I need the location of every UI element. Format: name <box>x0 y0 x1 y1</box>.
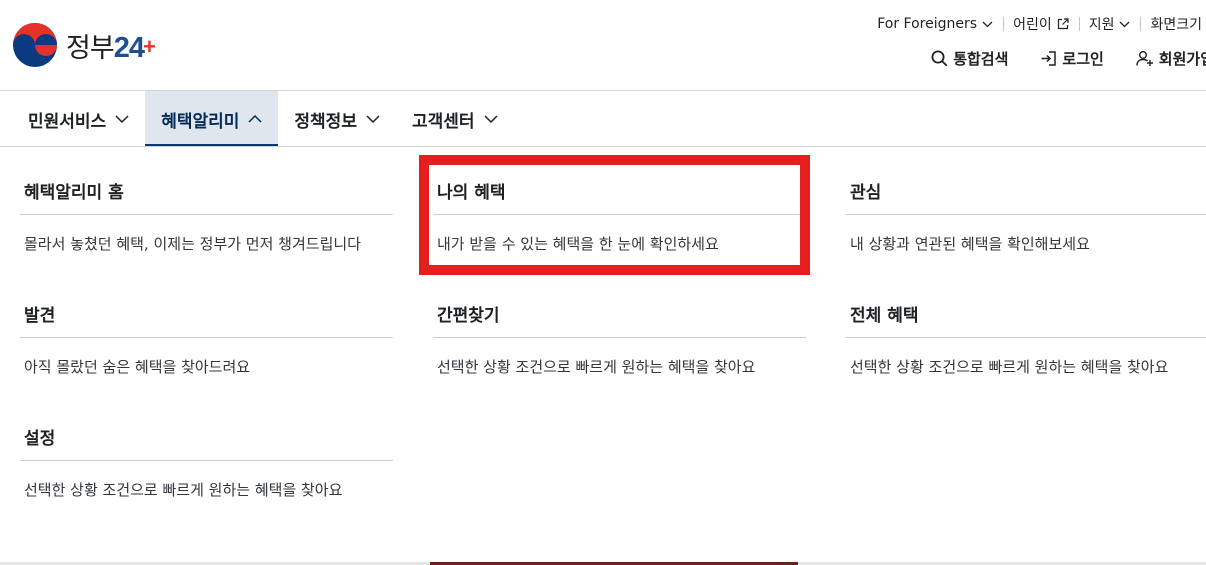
logo-text: 정부 <box>66 32 115 64</box>
screen-size-label: 화면크기 <box>1150 17 1202 33</box>
menu-card-title: 설정 <box>20 413 393 461</box>
gnb-benefit-alert[interactable]: 혜택알리미 <box>145 91 279 147</box>
menu-card-title: 전체 혜택 <box>846 290 1206 338</box>
login-label: 로그인 <box>1062 50 1104 68</box>
menu-card-title: 관심 <box>846 167 1206 215</box>
menu-card-my-benefits[interactable]: 나의 혜택 내가 받을 수 있는 혜택을 한 눈에 확인하세요 <box>433 167 806 271</box>
gnb-policy-info-label: 정책정보 <box>294 111 357 132</box>
chevron-up-icon <box>248 115 262 123</box>
support-menu[interactable]: 지원 <box>1078 14 1141 34</box>
menu-card-title: 나의 혜택 <box>433 167 806 215</box>
logo-wordmark: 정부 24 + <box>66 26 156 65</box>
menu-card-title: 혜택알리미 홈 <box>20 167 393 215</box>
chevron-down-icon <box>366 115 380 123</box>
utility-menu: For Foreigners 어린이 지원 화면크기 <box>867 14 1206 34</box>
menu-card-quick-search[interactable]: 간편찾기 선택한 상황 조건으로 빠르게 원하는 혜택을 찾아요 <box>433 290 806 394</box>
gnb-customer-center[interactable]: 고객센터 <box>396 91 514 147</box>
menu-card-benefit-home[interactable]: 혜택알리미 홈 몰라서 놓쳤던 혜택, 이제는 정부가 먼저 챙겨드립니다 <box>20 167 393 271</box>
nav-divider <box>0 146 1206 147</box>
gnb-civil-service[interactable]: 민원서비스 <box>12 91 145 147</box>
header-actions: 통합검색 로그인 회원가입 <box>899 48 1206 69</box>
logo-plus: + <box>142 33 156 59</box>
gnb-benefit-alert-label: 혜택알리미 <box>161 111 240 132</box>
chevron-down-icon <box>982 21 993 27</box>
menu-card-settings[interactable]: 설정 선택한 상황 조건으로 빠르게 원하는 혜택을 찾아요 <box>20 413 393 517</box>
menu-card-title: 간편찾기 <box>433 290 806 338</box>
support-label: 지원 <box>1088 17 1115 33</box>
for-foreigners-menu[interactable]: For Foreigners <box>867 16 1003 32</box>
menu-card-description: 아직 몰랐던 숨은 혜택을 찾아드려요 <box>24 357 251 376</box>
login-icon <box>1041 51 1057 66</box>
login-button[interactable]: 로그인 <box>1040 48 1104 69</box>
gnb-civil-service-label: 민원서비스 <box>28 111 107 132</box>
chevron-down-icon <box>484 115 498 123</box>
signup-button[interactable]: 회원가입 <box>1136 48 1206 69</box>
add-user-icon <box>1136 51 1153 66</box>
integrated-search-button[interactable]: 통합검색 <box>931 48 1008 69</box>
main-navigation: 민원서비스 혜택알리미 정책정보 고객센터 <box>12 91 514 147</box>
search-icon <box>931 50 948 67</box>
menu-card-description: 몰라서 놓쳤던 혜택, 이제는 정부가 먼저 챙겨드립니다 <box>24 234 361 253</box>
taegeuk-emblem-icon <box>13 23 57 67</box>
menu-card-description: 선택한 상황 조건으로 빠르게 원하는 혜택을 찾아요 <box>24 480 343 499</box>
menu-card-description: 내가 받을 수 있는 혜택을 한 눈에 확인하세요 <box>437 234 719 253</box>
kids-link[interactable]: 어린이 <box>1003 14 1079 34</box>
screen-size-menu[interactable]: 화면크기 <box>1140 14 1206 34</box>
menu-card-discover[interactable]: 발견 아직 몰랐던 숨은 혜택을 찾아드려요 <box>20 290 393 394</box>
gnb-customer-center-label: 고객센터 <box>411 111 475 132</box>
logo-number: 24 <box>113 31 145 64</box>
chevron-down-icon <box>115 115 129 123</box>
signup-label: 회원가입 <box>1158 50 1206 68</box>
integrated-search-label: 통합검색 <box>953 50 1009 68</box>
for-foreigners-label: For Foreigners <box>877 16 978 32</box>
menu-card-interest[interactable]: 관심 내 상황과 연관된 혜택을 확인해보세요 <box>846 167 1206 271</box>
external-link-icon <box>1057 18 1069 30</box>
menu-card-all-benefits[interactable]: 전체 혜택 선택한 상황 조건으로 빠르게 원하는 혜택을 찾아요 <box>846 290 1206 394</box>
menu-card-description: 내 상황과 연관된 혜택을 확인해보세요 <box>850 234 1090 253</box>
gov24-logo[interactable]: 정부 24 + <box>12 22 156 68</box>
chevron-down-icon <box>1120 21 1130 27</box>
gnb-policy-info[interactable]: 정책정보 <box>278 91 396 147</box>
menu-card-description: 선택한 상황 조건으로 빠르게 원하는 혜택을 찾아요 <box>850 357 1169 376</box>
kids-label: 어린이 <box>1013 17 1052 33</box>
menu-card-description: 선택한 상황 조건으로 빠르게 원하는 혜택을 찾아요 <box>437 357 756 376</box>
menu-card-title: 발견 <box>20 290 393 338</box>
